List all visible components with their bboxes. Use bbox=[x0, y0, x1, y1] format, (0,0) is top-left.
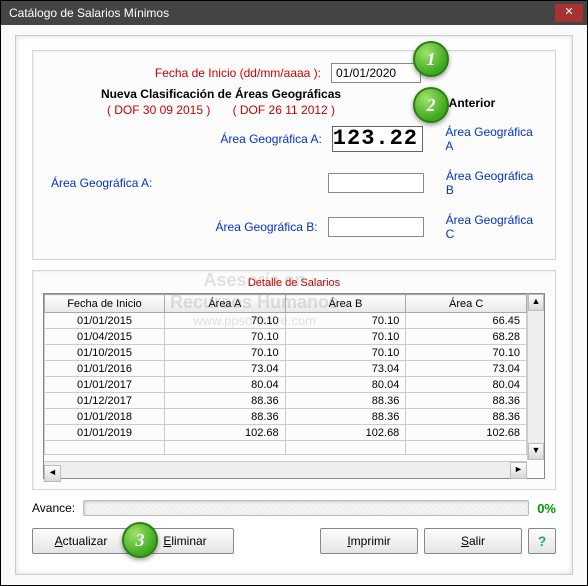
table-cell[interactable]: 68.28 bbox=[406, 329, 527, 345]
window-title: Catálogo de Salarios Mínimos bbox=[5, 6, 555, 20]
area-b-anterior-input[interactable] bbox=[328, 173, 424, 193]
scroll-down-icon[interactable]: ▼ bbox=[528, 443, 544, 460]
actualizar-button[interactable]: Actualizar bbox=[32, 528, 130, 554]
area-a-label-mid: Área Geográfica A: bbox=[220, 132, 321, 146]
table-cell[interactable]: 66.45 bbox=[406, 313, 527, 329]
table-cell[interactable]: 01/01/2019 bbox=[45, 425, 165, 441]
table-cell[interactable]: 102.68 bbox=[165, 425, 286, 441]
detalle-frame: Detalle de Salarios Fecha de Inicio Área… bbox=[32, 270, 556, 490]
callout-2: 2 bbox=[413, 87, 449, 123]
table-cell[interactable]: 88.36 bbox=[165, 393, 286, 409]
help-button[interactable]: ? bbox=[528, 528, 556, 554]
area-b-label-mid: Área Geográfica B: bbox=[216, 220, 318, 234]
area-a-label-left: Área Geográfica A: bbox=[51, 176, 152, 190]
avance-percent: 0% bbox=[537, 501, 556, 516]
table-cell[interactable]: 01/01/2015 bbox=[45, 313, 165, 329]
table-cell[interactable]: 70.10 bbox=[406, 345, 527, 361]
salario-valor-display: 123.22 bbox=[332, 126, 423, 152]
fecha-inicio-label: Fecha de Inicio (dd/mm/aaaa ): bbox=[155, 66, 321, 80]
callout-1: 1 bbox=[413, 41, 449, 77]
table-cell[interactable]: 70.10 bbox=[165, 329, 286, 345]
table-cell[interactable]: 73.04 bbox=[406, 361, 527, 377]
fecha-inicio-input[interactable] bbox=[331, 63, 421, 83]
table-cell[interactable]: 70.10 bbox=[285, 345, 406, 361]
table-row[interactable]: 01/12/201788.3688.3688.36 bbox=[45, 393, 527, 409]
table-cell[interactable]: 102.68 bbox=[406, 425, 527, 441]
avance-label: Avance: bbox=[32, 501, 75, 515]
table-cell[interactable]: 102.68 bbox=[285, 425, 406, 441]
col-area-b[interactable]: Área B bbox=[285, 295, 406, 313]
anterior-area-c: Área Geográfica C bbox=[446, 213, 537, 241]
main-panel: 1 2 Fecha de Inicio (dd/mm/aaaa ): Nueva… bbox=[15, 35, 573, 575]
table-cell[interactable]: 01/12/2017 bbox=[45, 393, 165, 409]
table-horizontal-scrollbar[interactable]: ◄ ► bbox=[44, 461, 527, 478]
scroll-up-icon[interactable]: ▲ bbox=[528, 294, 544, 311]
table-cell[interactable]: 88.36 bbox=[285, 393, 406, 409]
table-cell[interactable]: 01/01/2016 bbox=[45, 361, 165, 377]
table-cell[interactable]: 80.04 bbox=[285, 377, 406, 393]
table-row[interactable]: 01/01/201888.3688.3688.36 bbox=[45, 409, 527, 425]
table-row[interactable]: 01/10/201570.1070.1070.10 bbox=[45, 345, 527, 361]
col-area-c[interactable]: Área C bbox=[406, 295, 527, 313]
anterior-area-a: Área Geográfica A bbox=[445, 125, 537, 153]
table-cell[interactable]: 88.36 bbox=[406, 393, 527, 409]
dof-2012-label: ( DOF 26 11 2012 ) bbox=[233, 103, 336, 117]
table-cell[interactable]: 01/01/2018 bbox=[45, 409, 165, 425]
table-cell[interactable]: 88.36 bbox=[165, 409, 286, 425]
table-cell[interactable]: 70.10 bbox=[165, 345, 286, 361]
salir-button[interactable]: Salir bbox=[424, 528, 522, 554]
table-row[interactable]: 01/01/2019102.68102.68102.68 bbox=[45, 425, 527, 441]
app-window: Catálogo de Salarios Mínimos ✕ 1 2 Fecha… bbox=[0, 0, 588, 586]
col-area-a[interactable]: Área A bbox=[165, 295, 286, 313]
table-vertical-scrollbar[interactable]: ▲ ▼ bbox=[527, 294, 544, 460]
table-row[interactable]: 01/04/201570.1070.1068.28 bbox=[45, 329, 527, 345]
salarios-table: Fecha de Inicio Área A Área B Área C 01/… bbox=[44, 294, 527, 455]
nueva-clasificacion-label: Nueva Clasificación de Áreas Geográficas bbox=[51, 87, 391, 101]
close-icon: ✕ bbox=[564, 6, 573, 18]
table-cell[interactable]: 80.04 bbox=[165, 377, 286, 393]
table-row[interactable]: 01/01/201570.1070.1066.45 bbox=[45, 313, 527, 329]
dof-2015-label: ( DOF 30 09 2015 ) bbox=[107, 103, 210, 117]
table-cell[interactable]: 01/10/2015 bbox=[45, 345, 165, 361]
title-bar: Catálogo de Salarios Mínimos ✕ bbox=[1, 1, 587, 25]
area-c-anterior-input[interactable] bbox=[328, 217, 424, 237]
table-cell[interactable]: 01/01/2017 bbox=[45, 377, 165, 393]
scroll-left-icon[interactable]: ◄ bbox=[44, 465, 61, 482]
close-button[interactable]: ✕ bbox=[555, 4, 583, 22]
anterior-area-b: Área Geográfica B bbox=[446, 169, 537, 197]
form-frame: 1 2 Fecha de Inicio (dd/mm/aaaa ): Nueva… bbox=[32, 50, 556, 260]
button-bar: 3 Actualizar Eliminar Imprimir Salir ? bbox=[32, 528, 556, 554]
table-cell[interactable]: 70.10 bbox=[285, 329, 406, 345]
col-fecha[interactable]: Fecha de Inicio bbox=[45, 295, 165, 313]
anterior-header: Anterior bbox=[449, 96, 496, 110]
table-cell[interactable]: 88.36 bbox=[406, 409, 527, 425]
avance-progressbar bbox=[83, 500, 529, 516]
callout-3: 3 bbox=[122, 522, 158, 558]
detalle-title: Detalle de Salarios bbox=[43, 277, 545, 289]
table-cell[interactable]: 01/04/2015 bbox=[45, 329, 165, 345]
table-cell[interactable]: 70.10 bbox=[285, 313, 406, 329]
table-cell[interactable]: 88.36 bbox=[285, 409, 406, 425]
imprimir-button[interactable]: Imprimir bbox=[320, 528, 418, 554]
table-row[interactable]: 01/01/201673.0473.0473.04 bbox=[45, 361, 527, 377]
table-cell[interactable]: 73.04 bbox=[165, 361, 286, 377]
table-cell[interactable]: 70.10 bbox=[165, 313, 286, 329]
table-row[interactable]: 01/01/201780.0480.0480.04 bbox=[45, 377, 527, 393]
table-cell[interactable]: 80.04 bbox=[406, 377, 527, 393]
table-cell[interactable]: 73.04 bbox=[285, 361, 406, 377]
scroll-right-icon[interactable]: ► bbox=[510, 462, 527, 479]
